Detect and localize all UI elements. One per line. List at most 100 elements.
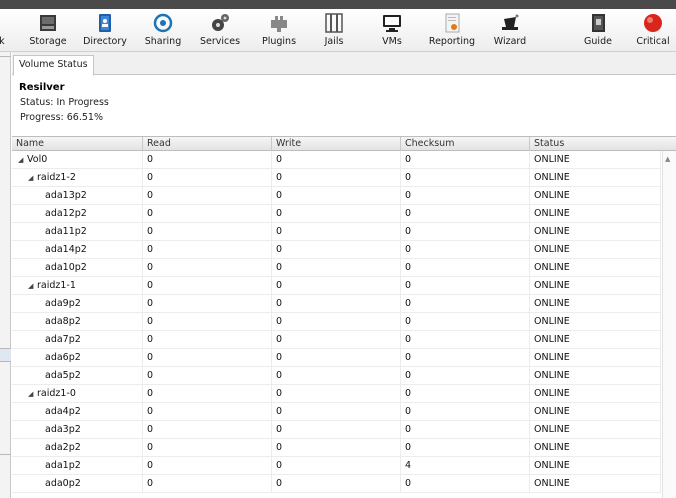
cell-write: 0 <box>272 331 401 349</box>
cell-checksum: 0 <box>401 151 530 169</box>
cell-name: ada9p2 <box>12 295 143 313</box>
cell-read: 0 <box>143 385 272 403</box>
cell-name: ada5p2 <box>12 367 143 385</box>
table-row[interactable]: ◢ raidz1-2 0 0 0 ONLINE <box>12 169 661 187</box>
cell-status: ONLINE <box>530 277 661 295</box>
table-row[interactable]: ada7p2 0 0 0 ONLINE <box>12 331 661 349</box>
cell-read: 0 <box>143 241 272 259</box>
scroll-up-arrow-icon[interactable]: ▲ <box>665 155 670 163</box>
toolbar-plugins-button[interactable]: Plugins <box>256 9 302 52</box>
device-name: ada9p2 <box>45 298 81 309</box>
cell-name: ada2p2 <box>12 439 143 457</box>
left-navigation-panel <box>0 52 11 498</box>
main-toolbar: rk Storage Directory Sharing Services Pl… <box>0 9 676 52</box>
cell-write: 0 <box>272 151 401 169</box>
table-row[interactable]: ada5p2 0 0 0 ONLINE <box>12 367 661 385</box>
table-row[interactable]: ◢ Vol0 0 0 0 ONLINE <box>12 151 661 169</box>
cell-checksum: 0 <box>401 439 530 457</box>
tab-volume-status[interactable]: Volume Status <box>13 55 94 76</box>
toolbar-jails-button[interactable]: Jails <box>314 9 354 52</box>
cell-status: ONLINE <box>530 295 661 313</box>
expand-toggle-icon[interactable]: ◢ <box>28 386 37 403</box>
cell-status: ONLINE <box>530 421 661 439</box>
cell-checksum: 0 <box>401 169 530 187</box>
table-row[interactable]: ada4p2 0 0 0 ONLINE <box>12 403 661 421</box>
toolbar-reporting-button[interactable]: Reporting <box>426 9 478 52</box>
cell-name: ◢ raidz1-0 <box>12 385 143 403</box>
column-header-write[interactable]: Write <box>272 137 401 151</box>
device-name: ada4p2 <box>45 406 81 417</box>
toolbar-wizard-button[interactable]: Wizard <box>488 9 532 52</box>
resilver-panel: Resilver Status: In Progress Progress: 6… <box>19 82 319 124</box>
column-header-read[interactable]: Read <box>143 137 272 151</box>
table-row[interactable]: ada13p2 0 0 0 ONLINE <box>12 187 661 205</box>
toolbar-label: Services <box>199 36 241 47</box>
toolbar-label: Directory <box>83 36 127 47</box>
cell-write: 0 <box>272 403 401 421</box>
vertical-scrollbar[interactable]: ▲ <box>662 151 676 498</box>
table-row[interactable]: ada11p2 0 0 0 ONLINE <box>12 223 661 241</box>
toolbar-guide-button[interactable]: Guide <box>578 9 618 52</box>
cell-checksum: 0 <box>401 277 530 295</box>
toolbar-vms-button[interactable]: VMs <box>372 9 412 52</box>
column-header-name[interactable]: Name <box>12 137 143 151</box>
guide-icon <box>592 14 605 32</box>
cell-read: 0 <box>143 367 272 385</box>
cell-name: ada14p2 <box>12 241 143 259</box>
toolbar-critical-alert-button[interactable]: Critical <box>632 9 674 52</box>
toolbar-storage-button[interactable]: Storage <box>26 9 70 52</box>
column-header-checksum[interactable]: Checksum <box>401 137 530 151</box>
toolbar-network-button[interactable]: rk <box>0 9 14 52</box>
grid-header: Name Read Write Checksum Status <box>12 136 676 151</box>
table-row[interactable]: ada9p2 0 0 0 ONLINE <box>12 295 661 313</box>
panel-divider <box>0 56 11 57</box>
cell-write: 0 <box>272 295 401 313</box>
table-row[interactable]: ada0p2 0 0 0 ONLINE <box>12 475 661 493</box>
device-name: ada10p2 <box>45 262 87 273</box>
expand-toggle-icon[interactable]: ◢ <box>28 278 37 295</box>
cell-read: 0 <box>143 349 272 367</box>
device-name: ada6p2 <box>45 352 81 363</box>
table-row[interactable]: ada10p2 0 0 0 ONLINE <box>12 259 661 277</box>
cell-status: ONLINE <box>530 205 661 223</box>
toolbar-sharing-button[interactable]: Sharing <box>140 9 186 52</box>
column-header-status[interactable]: Status <box>530 137 676 151</box>
table-row[interactable]: ada12p2 0 0 0 ONLINE <box>12 205 661 223</box>
table-row[interactable]: ◢ raidz1-1 0 0 0 ONLINE <box>12 277 661 295</box>
cell-read: 0 <box>143 205 272 223</box>
selected-tree-item[interactable] <box>0 348 11 362</box>
table-row[interactable]: ◢ raidz1-0 0 0 0 ONLINE <box>12 385 661 403</box>
device-name: raidz1-2 <box>37 172 76 183</box>
grid-rows: ◢ Vol0 0 0 0 ONLINE ◢ raidz1-2 0 0 0 ONLINE ada13p2 0… <box>12 151 661 493</box>
table-row[interactable]: ada8p2 0 0 0 ONLINE <box>12 313 661 331</box>
device-name: ada14p2 <box>45 244 87 255</box>
expand-toggle-icon[interactable]: ◢ <box>18 152 27 169</box>
device-name: ada1p2 <box>45 460 81 471</box>
table-row[interactable]: ada6p2 0 0 0 ONLINE <box>12 349 661 367</box>
toolbar-label: Jails <box>324 36 344 47</box>
toolbar-services-button[interactable]: Services <box>196 9 244 52</box>
cell-checksum: 0 <box>401 385 530 403</box>
table-row[interactable]: ada1p2 0 0 4 ONLINE <box>12 457 661 475</box>
cell-status: ONLINE <box>530 169 661 187</box>
cell-write: 0 <box>272 259 401 277</box>
toolbar-label: Sharing <box>144 36 182 47</box>
cell-write: 0 <box>272 187 401 205</box>
cell-status: ONLINE <box>530 475 661 493</box>
table-row[interactable]: ada2p2 0 0 0 ONLINE <box>12 439 661 457</box>
cell-status: ONLINE <box>530 313 661 331</box>
device-name: ada5p2 <box>45 370 81 381</box>
cell-checksum: 0 <box>401 349 530 367</box>
cell-write: 0 <box>272 223 401 241</box>
toolbar-directory-button[interactable]: Directory <box>80 9 130 52</box>
cell-checksum: 0 <box>401 367 530 385</box>
resilver-progress: Progress: 66.51% <box>20 112 103 123</box>
toolbar-label: Storage <box>29 36 67 47</box>
cell-read: 0 <box>143 187 272 205</box>
expand-toggle-icon[interactable]: ◢ <box>28 170 37 187</box>
table-row[interactable]: ada14p2 0 0 0 ONLINE <box>12 241 661 259</box>
device-name: ada12p2 <box>45 208 87 219</box>
table-row[interactable]: ada3p2 0 0 0 ONLINE <box>12 421 661 439</box>
device-name: raidz1-0 <box>37 388 76 399</box>
device-name: raidz1-1 <box>37 280 76 291</box>
